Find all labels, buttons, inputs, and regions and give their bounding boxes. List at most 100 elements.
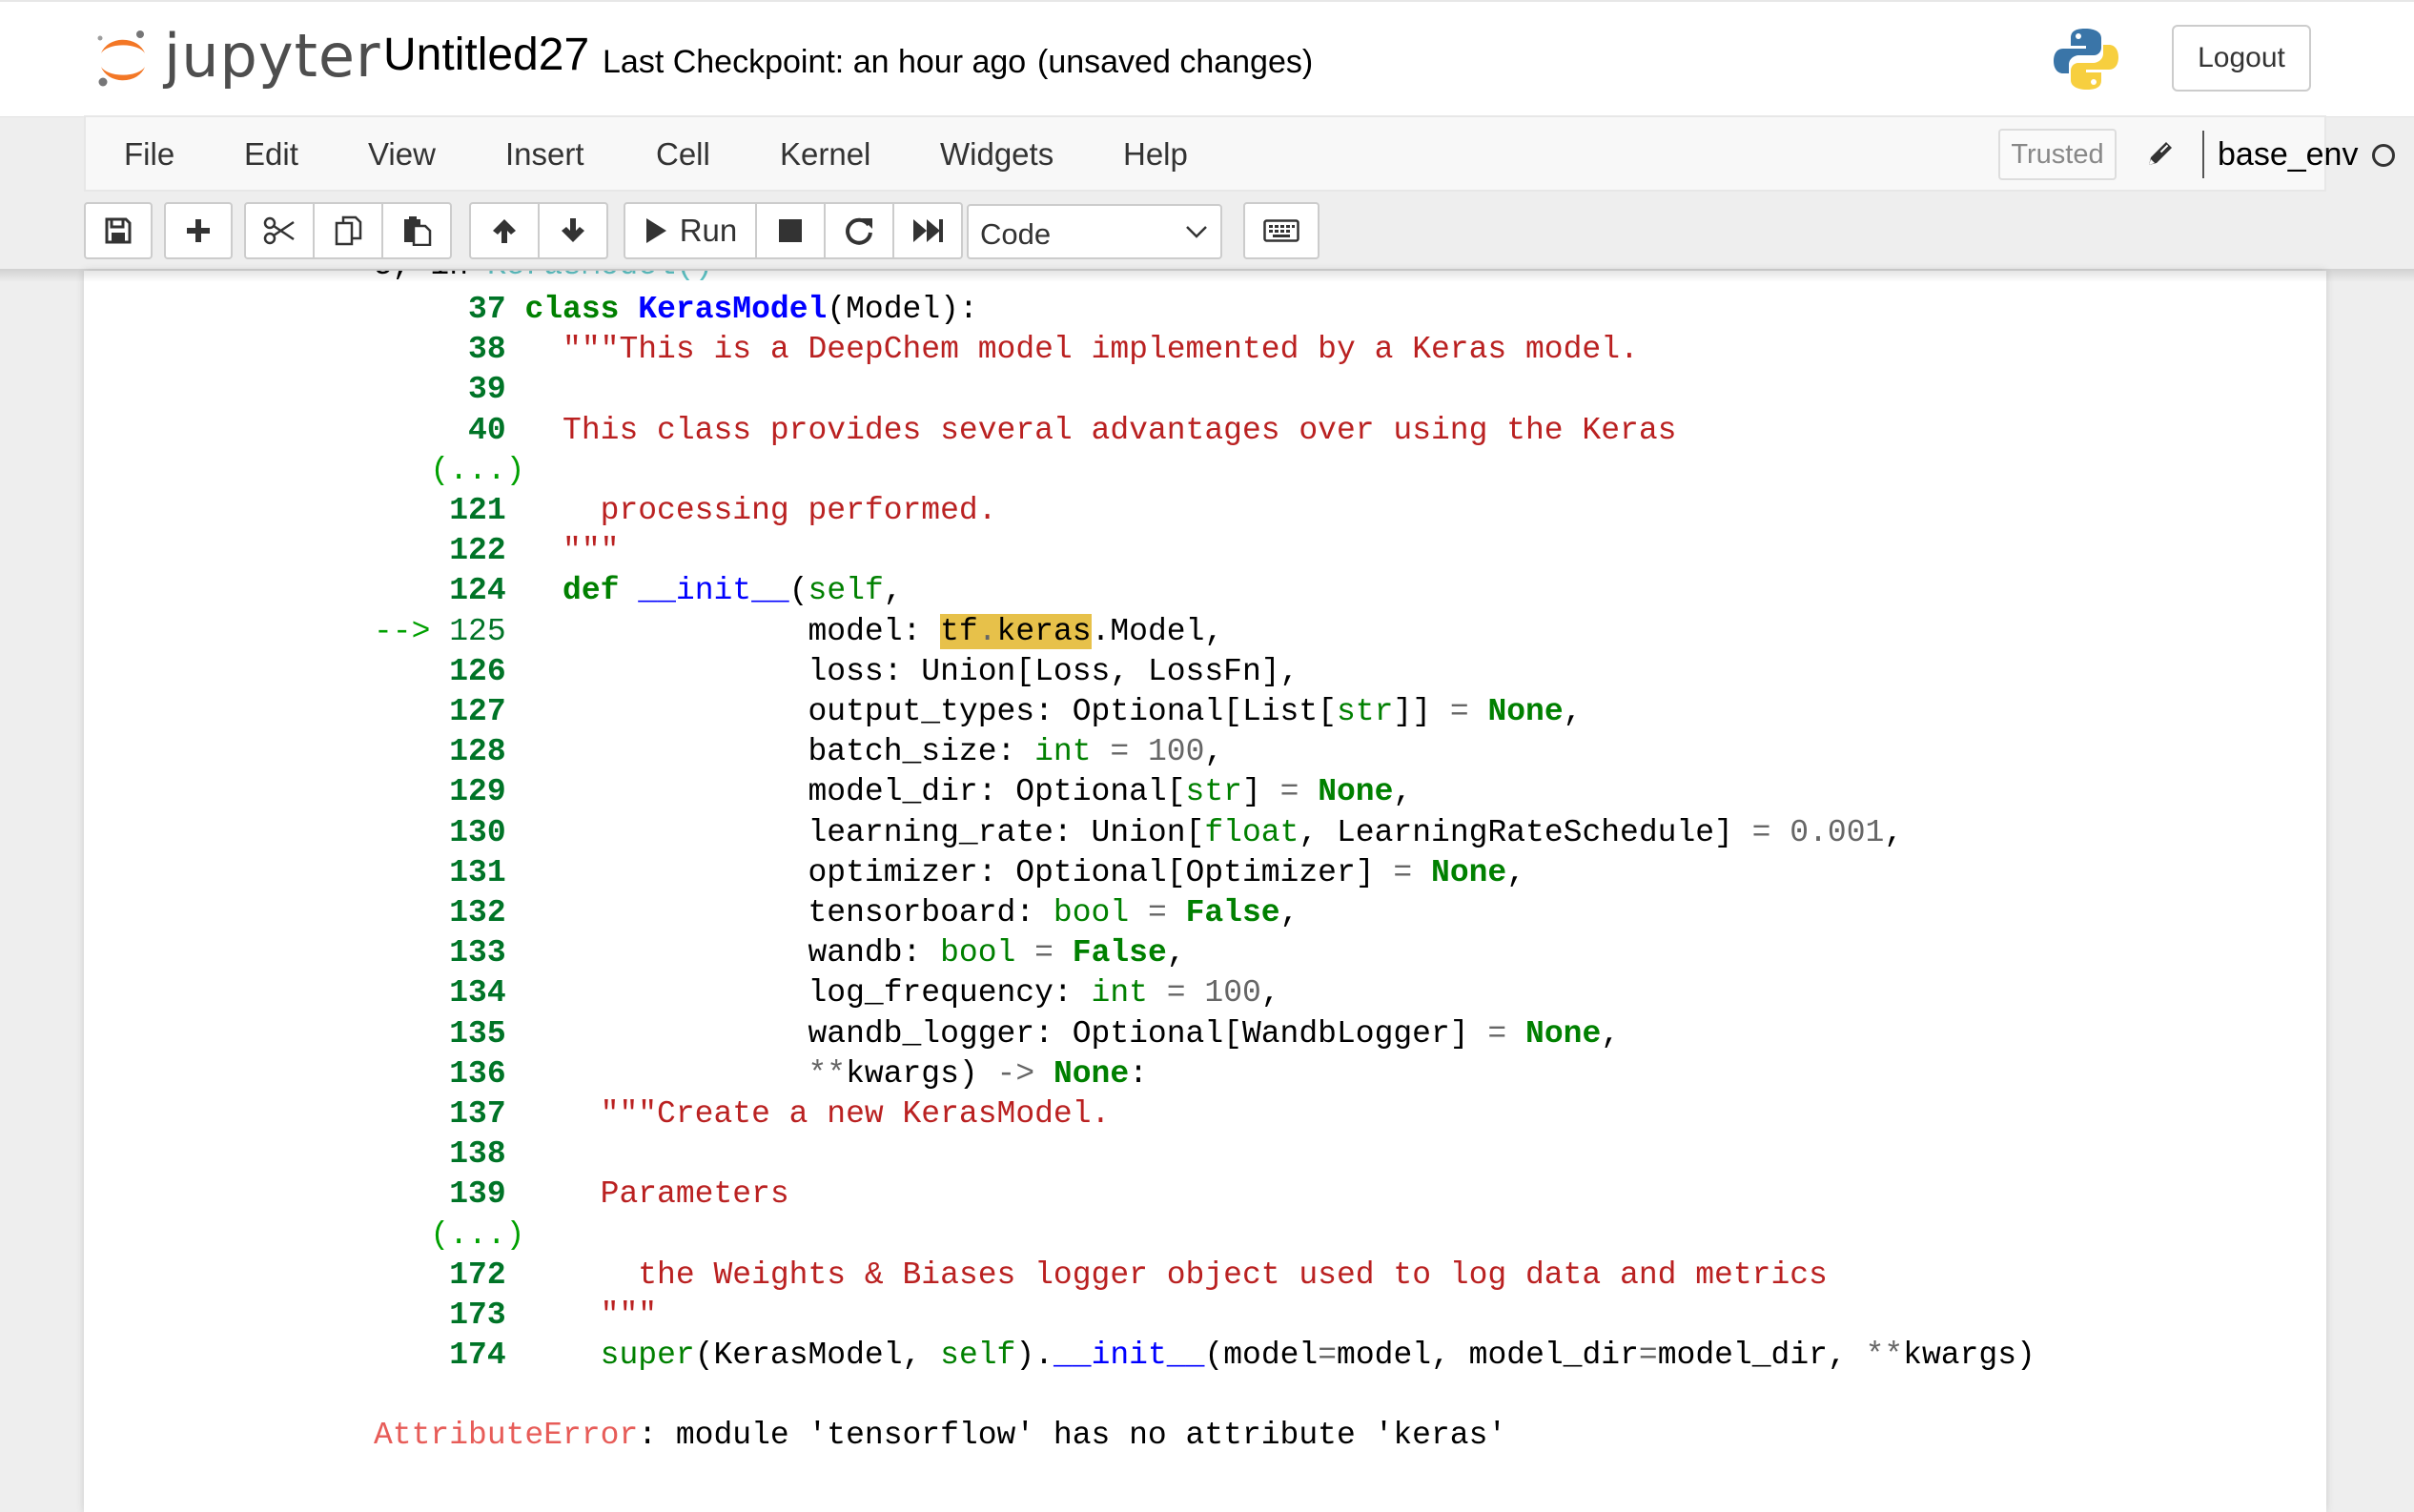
menu-cell[interactable]: Cell xyxy=(656,136,710,173)
code-text: model_dir: Optional[str] = None, xyxy=(505,774,1413,810)
code-text: optimizer: Optional[Optimizer] = None, xyxy=(505,854,1526,890)
traceback-line: 38 """This is a DeepChem model implement… xyxy=(374,330,1639,370)
code-text: tensorboard: bool = False, xyxy=(505,895,1299,930)
traceback-line: 136 **kwargs) -> None: xyxy=(374,1054,1148,1094)
kernel-separator xyxy=(2202,131,2204,178)
traceback-line: 39 xyxy=(374,370,524,410)
paste-icon xyxy=(404,216,432,246)
code-text: log_frequency: int = 100, xyxy=(505,975,1280,1011)
menu-help[interactable]: Help xyxy=(1123,136,1188,173)
line-number: 128 xyxy=(374,734,506,770)
line-number: 37 xyxy=(374,292,506,327)
code-text: batch_size: int = 100, xyxy=(505,734,1224,770)
traceback-line: 174 super(KerasModel, self).__init__(mod… xyxy=(374,1336,2036,1376)
line-number: 138 xyxy=(374,1136,506,1173)
traceback-line: 134 log_frequency: int = 100, xyxy=(374,973,1280,1013)
menu-view[interactable]: View xyxy=(368,136,436,173)
code-text: """ xyxy=(524,1297,658,1333)
traceback-line: 37 class KerasModel(Model): xyxy=(374,290,978,330)
command-palette-button[interactable] xyxy=(1243,202,1320,259)
jupyter-logo-icon xyxy=(97,31,145,87)
code-text: learning_rate: Union[float, LearningRate… xyxy=(505,814,1904,850)
traceback-line: 133 wandb: bool = False, xyxy=(374,933,1186,973)
code-text: super(KerasModel, self).__init__(model=m… xyxy=(600,1338,2036,1374)
traceback-line: 121 processing performed. xyxy=(374,491,996,531)
traceback-line: 40 This class provides several advantage… xyxy=(374,411,1676,451)
restart-run-all-button[interactable] xyxy=(892,202,963,259)
traceback-line: 135 wandb_logger: Optional[WandbLogger] … xyxy=(374,1014,1620,1054)
line-number: --> 125 xyxy=(374,613,506,649)
restart-button[interactable] xyxy=(824,202,894,259)
copy-button[interactable] xyxy=(313,202,383,259)
notebook-container: 5, in KerasModel() 37 class KerasModel(M… xyxy=(84,271,2326,1512)
arrow-up-icon xyxy=(493,219,516,243)
code-text: This class provides several advantages o… xyxy=(524,412,1677,448)
traceback-line: 173 """ xyxy=(374,1296,657,1336)
line-number: 131 xyxy=(374,854,506,890)
line-number: 172 xyxy=(374,1257,506,1293)
traceback-line: 137 """Create a new KerasModel. xyxy=(374,1094,1110,1134)
line-number: 38 xyxy=(374,332,506,368)
copy-icon xyxy=(335,215,362,246)
line-number: 126 xyxy=(374,653,506,689)
menubar: File Edit View Insert Cell Kernel Widget… xyxy=(84,115,2395,192)
line-number: 139 xyxy=(374,1176,506,1213)
code-text: loss: Union[Loss, LossFn], xyxy=(505,653,1299,689)
menu-kernel[interactable]: Kernel xyxy=(780,136,870,173)
restart-icon xyxy=(846,217,872,245)
line-number: 39 xyxy=(374,372,506,408)
insert-cell-button[interactable] xyxy=(164,202,233,259)
traceback-line: 126 loss: Union[Loss, LossFn], xyxy=(374,652,1299,692)
interrupt-button[interactable] xyxy=(755,202,826,259)
traceback-line: 124 def __init__(self, xyxy=(374,571,902,611)
run-button[interactable]: Run xyxy=(624,202,757,259)
chevron-down-icon xyxy=(1186,226,1207,238)
traceback-line: 172 the Weights & Biases logger object u… xyxy=(374,1256,1828,1296)
line-number: 40 xyxy=(374,412,506,448)
traceback-line: 127 output_types: Optional[List[str]] = … xyxy=(374,692,1582,732)
code-text: **kwargs) -> None: xyxy=(808,1055,1148,1092)
menu-widgets[interactable]: Widgets xyxy=(940,136,1054,173)
traceback-line: 131 optimizer: Optional[Optimizer] = Non… xyxy=(374,853,1525,893)
line-number: 122 xyxy=(374,533,506,569)
paste-button[interactable] xyxy=(381,202,452,259)
line-number: 134 xyxy=(374,975,506,1011)
traceback-line: (...) xyxy=(374,451,543,491)
traceback-line: 139 Parameters xyxy=(374,1175,788,1215)
logo-text: jupyter xyxy=(164,21,381,91)
traceback-line: 122 """ xyxy=(374,531,619,571)
move-up-button[interactable] xyxy=(469,202,540,259)
code-text: model: tf.keras.Model, xyxy=(505,613,1224,649)
line-number: 127 xyxy=(374,694,506,729)
kernel-name[interactable]: base_env xyxy=(2218,136,2358,174)
line-number: 124 xyxy=(374,573,506,609)
move-down-button[interactable] xyxy=(538,202,608,259)
logout-button[interactable]: Logout xyxy=(2172,25,2311,92)
save-button[interactable] xyxy=(84,202,153,259)
menu-file[interactable]: File xyxy=(124,136,174,173)
code-text: output_types: Optional[List[str]] = None… xyxy=(505,694,1583,729)
notebook-name[interactable]: Untitled27 xyxy=(383,29,589,81)
error-line: AttributeError: module 'tensorflow' has … xyxy=(374,1416,1506,1456)
kernel-idle-indicator-icon xyxy=(2372,144,2395,167)
code-text: class KerasModel(Model): xyxy=(524,292,978,327)
line-number: 121 xyxy=(374,493,506,528)
stop-icon xyxy=(779,219,802,242)
cut-button[interactable] xyxy=(244,202,315,259)
trusted-badge[interactable]: Trusted xyxy=(1998,129,2117,180)
traceback-line: --> 125 model: tf.keras.Model, xyxy=(374,612,1223,652)
menu-insert[interactable]: Insert xyxy=(505,136,584,173)
line-number: 130 xyxy=(374,814,506,850)
cell-type-select[interactable]: Code xyxy=(967,204,1222,259)
code-text: the Weights & Biases logger object used … xyxy=(524,1257,1828,1293)
code-text: wandb_logger: Optional[WandbLogger] = No… xyxy=(505,1015,1621,1052)
toolbar: Run Code xyxy=(84,202,2326,263)
line-number: 137 xyxy=(374,1096,506,1132)
pencil-icon[interactable] xyxy=(2143,138,2176,171)
code-text: wandb: bool = False, xyxy=(505,935,1186,971)
menu-edit[interactable]: Edit xyxy=(244,136,298,173)
line-number: (...) xyxy=(374,1216,525,1253)
plus-icon xyxy=(187,219,210,242)
